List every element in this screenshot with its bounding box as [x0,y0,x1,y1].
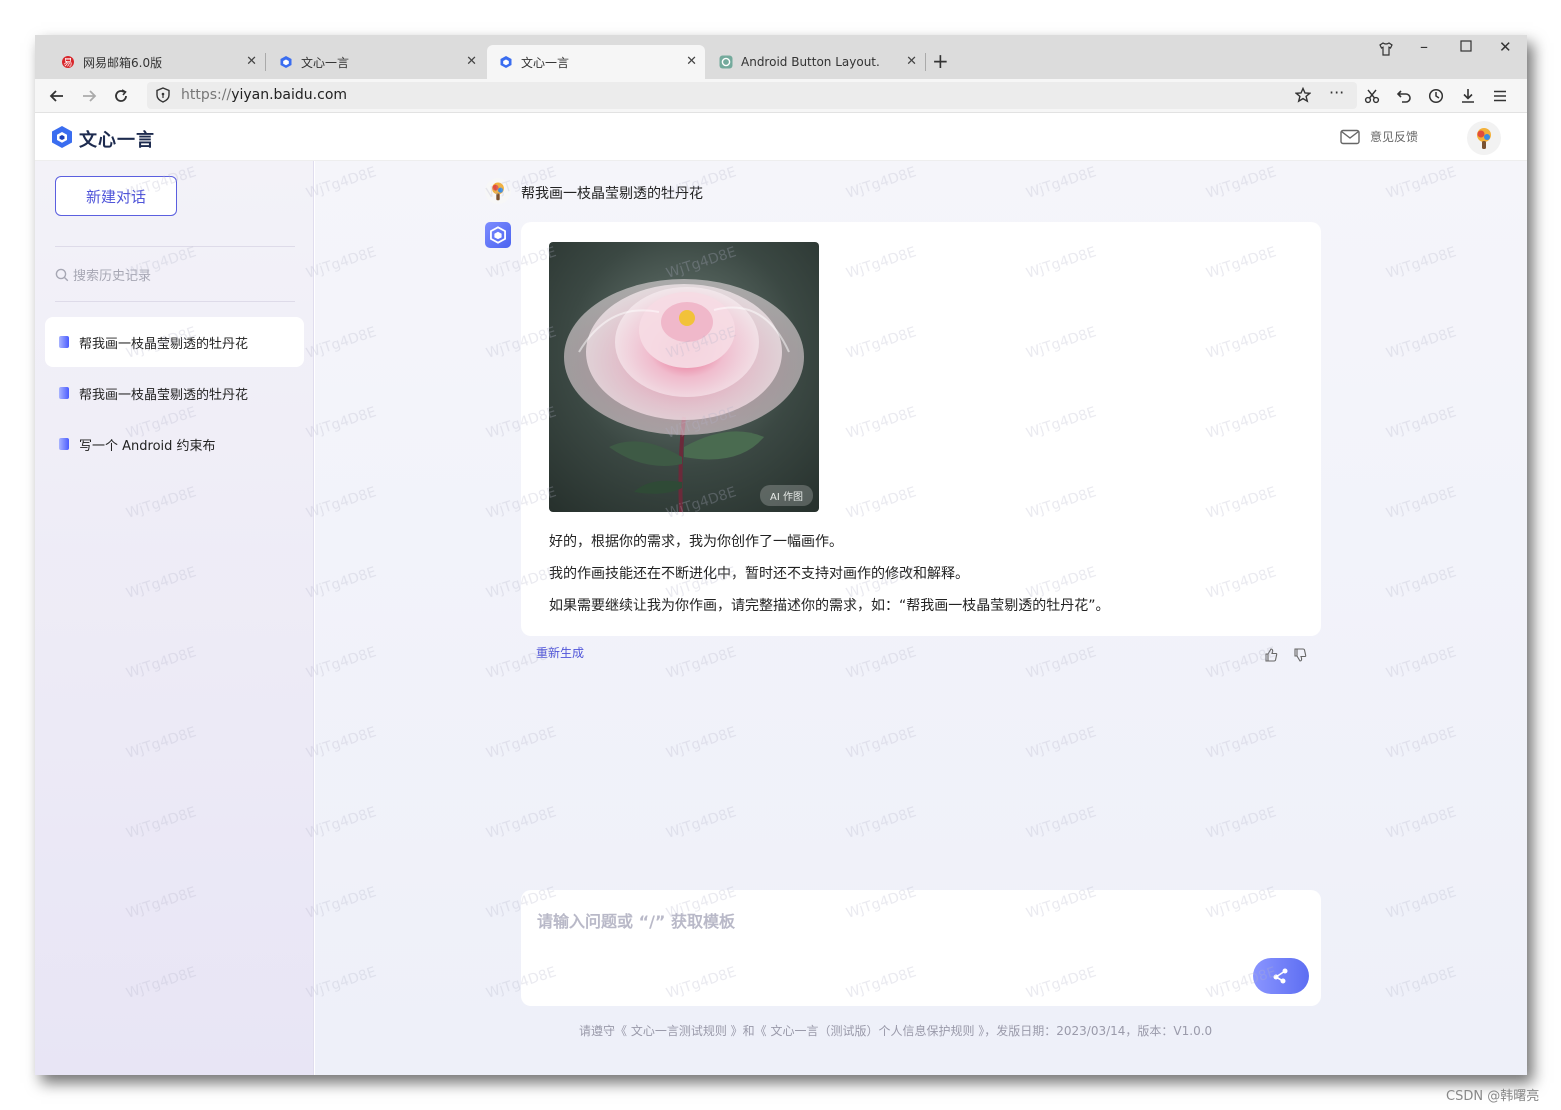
bookmark-star-icon[interactable] [1294,86,1312,107]
extensions-shirt-icon[interactable] [1378,41,1394,61]
navigation-bar: https://yiyan.baidu.com ··· [35,79,1527,113]
chat-area: 帮我画一枝晶莹剔透的牡丹花 AI 作图 好的，根据你的需求，我为你创作了一幅画作… [315,161,1527,1075]
forward-button[interactable] [77,84,101,108]
bot-avatar [485,222,511,248]
tab-separator [925,53,926,71]
netease-mail-icon: 易 [61,55,75,69]
tab-label: 网易邮箱6.0版 [83,55,163,70]
url-text[interactable]: https://yiyan.baidu.com [181,87,347,103]
history-item-label: 帮我画一枝晶莹剔透的牡丹花 [79,387,249,403]
feedback-link[interactable]: 意见反馈 [1340,128,1418,145]
history-item-label: 帮我画一枝晶莹剔透的牡丹花 [79,336,249,352]
yiyan-logo-icon [279,55,293,69]
feedback-label: 意见反馈 [1370,130,1419,144]
history-search-input[interactable]: 搜索历史记录 [55,265,151,284]
more-options-icon[interactable]: ··· [1329,83,1344,102]
user-avatar-small [485,178,511,204]
svg-text:易: 易 [63,58,72,69]
history-item[interactable]: 帮我画一枝晶莹剔透的牡丹花 [45,317,304,367]
maximize-button[interactable] [1460,40,1472,56]
close-tab-icon[interactable]: ✕ [246,54,257,69]
tab-bar: 易 网易邮箱6.0版 ✕ 文心一言 ✕ 文心一言 ✕ Android Butto… [35,35,1527,79]
send-icon [1273,968,1288,984]
chat-icon [59,336,69,348]
yiyan-logo-icon [51,125,73,153]
send-button[interactable] [1253,958,1309,994]
close-window-button[interactable]: ✕ [1499,38,1512,56]
tab-yiyan-1[interactable]: 文心一言 ✕ [267,45,485,79]
menu-hamburger-icon[interactable] [1488,84,1512,108]
history-clock-icon[interactable] [1424,84,1448,108]
history-item[interactable]: 帮我画一枝晶莹剔透的牡丹花 [45,368,304,418]
brand[interactable]: 文心一言 [51,125,155,153]
tab-label: Android Button Layout. [741,55,880,69]
browser-window: 易 网易邮箱6.0版 ✕ 文心一言 ✕ 文心一言 ✕ Android Butto… [35,35,1527,1075]
screenshot-scissors-icon[interactable] [1360,84,1384,108]
avatar-illustration-icon [492,182,504,201]
thumbs-down-icon[interactable] [1293,647,1309,663]
yiyan-logo-icon [490,226,506,244]
regenerate-button[interactable]: 重新生成 [536,644,584,661]
prompt-input[interactable]: 请输入问题或 “/” 获取模板 [521,890,1321,1006]
download-icon[interactable] [1456,84,1480,108]
tab-yiyan-active[interactable]: 文心一言 ✕ [487,45,705,79]
close-tab-icon[interactable]: ✕ [906,54,917,69]
address-bar[interactable]: https://yiyan.baidu.com ··· [147,82,1357,109]
shield-icon[interactable] [155,87,171,107]
divider [55,246,295,247]
thumbs-up-icon[interactable] [1264,647,1280,663]
sidebar: 新建对话 搜索历史记录 帮我画一枝晶莹剔透的牡丹花 帮我画一枝晶莹剔透的牡丹花 … [35,161,314,1075]
history-item-label: 写一个 Android 约束布 [79,438,216,454]
search-placeholder: 搜索历史记录 [73,269,152,284]
reply-line: 好的，根据你的需求，我为你创作了一幅画作。 [549,534,843,550]
history-item[interactable]: 写一个 Android 约束布 [45,419,304,469]
new-chat-button[interactable]: 新建对话 [55,176,177,216]
tab-mail[interactable]: 易 网易邮箱6.0版 ✕ [49,45,266,79]
brand-name: 文心一言 [79,130,155,151]
reload-button[interactable] [109,84,133,108]
reply-line: 如果需要继续让我为你作画，请完整描述你的需求，如：“帮我画一枝晶莹剔透的牡丹花”… [549,598,1110,614]
chat-icon [59,438,69,450]
yiyan-logo-icon [499,55,513,69]
chatgpt-icon [719,55,733,69]
user-message: 帮我画一枝晶莹剔透的牡丹花 [521,186,703,202]
url-scheme: https:// [181,87,232,103]
url-host: yiyan.baidu.com [231,87,348,103]
ai-image-tag: AI 作图 [760,485,813,506]
footer-notice: 请遵守《 文心一言测试规则 》和《 文心一言（测试版）个人信息保护规则 》，发版… [579,1024,1213,1038]
mail-icon [1340,129,1360,145]
divider [55,301,295,302]
chat-icon [59,387,69,399]
back-button[interactable] [45,84,69,108]
tab-android[interactable]: Android Button Layout. ✕ [707,45,926,79]
close-tab-icon[interactable]: ✕ [686,54,697,69]
close-tab-icon[interactable]: ✕ [466,54,477,69]
tab-label: 文心一言 [301,55,350,70]
new-tab-button[interactable]: + [932,49,949,73]
search-icon [55,268,69,282]
app-header: 文心一言 意见反馈 [35,114,1527,161]
csdn-credit: CSDN @韩曙亮 [1446,1089,1540,1104]
bot-response-card: AI 作图 好的，根据你的需求，我为你创作了一幅画作。 我的作画技能还在不断进化… [521,222,1321,636]
tab-label: 文心一言 [521,55,570,70]
prompt-placeholder: 请输入问题或 “/” 获取模板 [537,912,736,931]
tab-separator [265,53,266,71]
avatar-illustration-icon [1477,128,1491,149]
minimize-button[interactable]: – [1420,37,1428,56]
undo-icon[interactable] [1392,84,1416,108]
generated-image[interactable]: AI 作图 [549,242,819,512]
user-avatar[interactable] [1467,121,1501,155]
reply-line: 我的作画技能还在不断进化中，暂时还不支持对画作的修改和解释。 [549,566,969,582]
peony-flower-illustration [564,279,804,512]
